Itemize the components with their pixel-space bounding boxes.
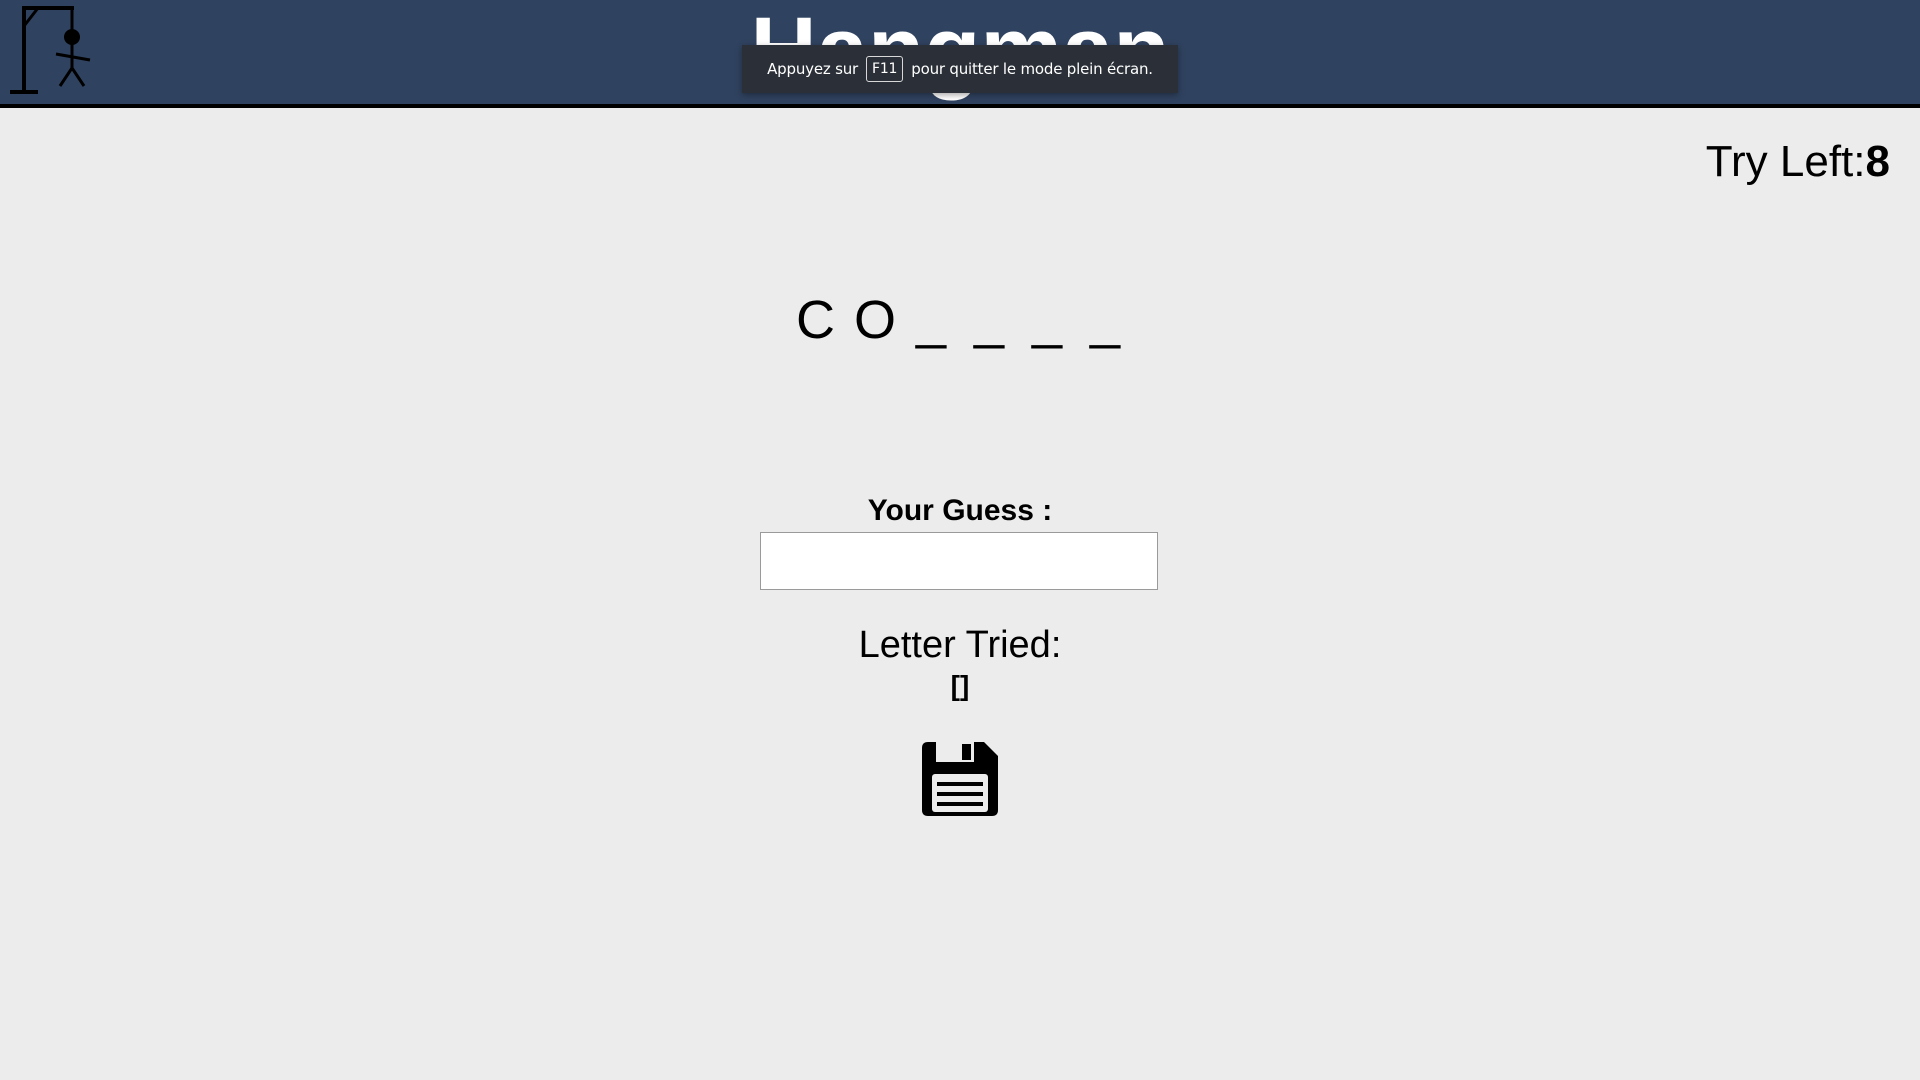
word-display: C O _ _ _ _	[0, 290, 1920, 350]
word-letter: O	[854, 290, 897, 350]
tries-left-value: 8	[1865, 137, 1890, 186]
f11-key-badge: F11	[865, 56, 904, 82]
guess-input[interactable]	[760, 532, 1158, 590]
header-bar: Hangman Appuyez sur F11 pour quitter le …	[0, 0, 1920, 108]
tries-left-counter: Try Left:8	[1705, 137, 1890, 186]
save-button[interactable]	[922, 742, 998, 816]
word-letter-blank: _	[915, 290, 947, 350]
word-letter: C	[796, 290, 835, 350]
word-letter-blank: _	[1089, 290, 1121, 350]
tries-left-label: Try Left:	[1705, 137, 1866, 186]
word-letter-blank: _	[973, 290, 1005, 350]
fullscreen-notice-after: pour quitter le mode plein écran.	[911, 60, 1153, 78]
letters-tried-label: Letter Tried:	[858, 624, 1062, 666]
fullscreen-notice: Appuyez sur F11 pour quitter le mode ple…	[742, 45, 1178, 93]
word-letter-blank: _	[1031, 290, 1063, 350]
fullscreen-notice-before: Appuyez sur	[767, 60, 858, 78]
floppy-disk-icon	[922, 742, 998, 816]
guess-label: Your Guess :	[867, 494, 1053, 527]
letters-tried-value: []	[950, 670, 970, 701]
